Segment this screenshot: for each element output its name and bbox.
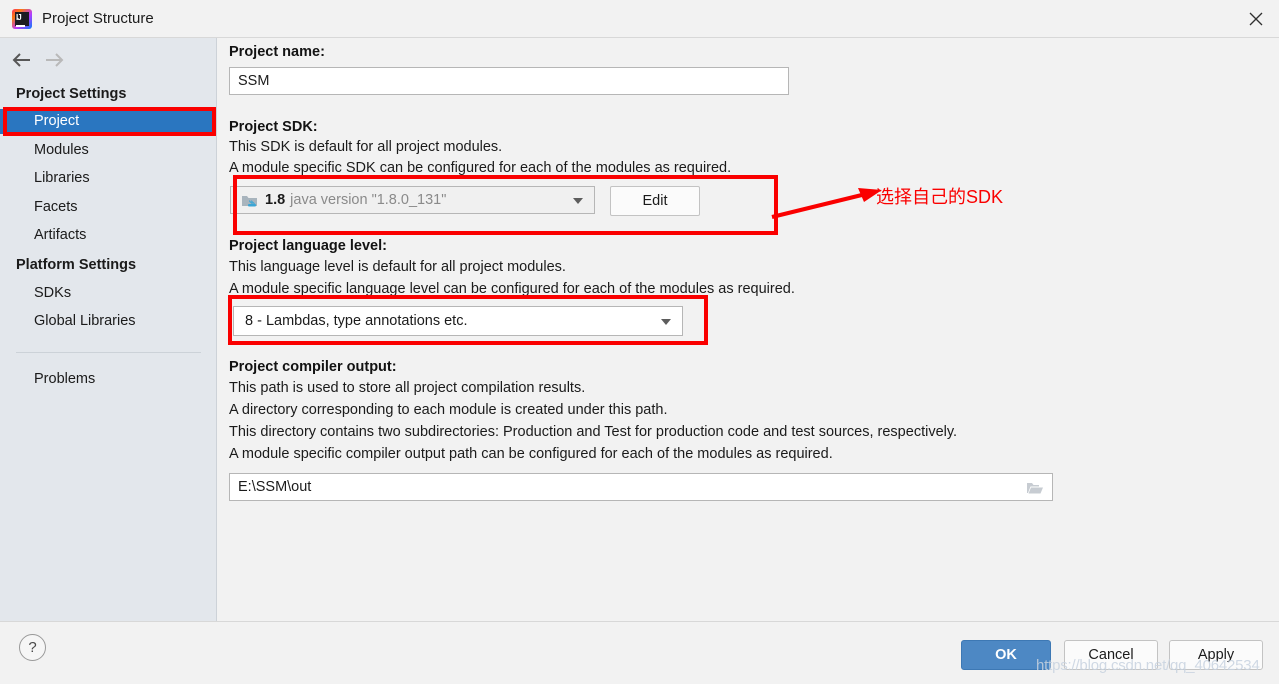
sdk-version-label: 1.8 (265, 192, 286, 208)
project-name-input[interactable]: SSM (229, 67, 789, 95)
language-level-desc-line-1: This language level is default for all p… (229, 259, 566, 275)
sidebar-item-global-libraries[interactable]: Global Libraries (0, 309, 216, 334)
cancel-button[interactable]: Cancel (1064, 640, 1158, 670)
chevron-down-icon (573, 198, 583, 204)
language-level-value: 8 - Lambdas, type annotations etc. (245, 313, 468, 329)
sidebar-item-modules[interactable]: Modules (0, 138, 216, 163)
compiler-output-desc-line-2: A directory corresponding to each module… (229, 402, 668, 418)
folder-icon[interactable] (1022, 477, 1048, 499)
project-name-label: Project name: (229, 44, 325, 60)
sidebar-item-libraries[interactable]: Libraries (0, 166, 216, 191)
sidebar-item-sdks[interactable]: SDKs (0, 281, 216, 306)
sidebar-section-platform-settings: Platform Settings (16, 257, 137, 273)
compiler-output-desc-line-3: This directory contains two subdirectori… (229, 424, 958, 440)
project-settings-panel: Project name: SSM Project SDK: This SDK … (218, 38, 1279, 621)
project-sdk-desc-line-1: This SDK is default for all project modu… (229, 139, 503, 155)
apply-button[interactable]: Apply (1169, 640, 1263, 670)
sidebar-item-problems[interactable]: Problems (0, 367, 216, 392)
intellij-idea-icon: IJ (12, 9, 32, 29)
project-sdk-desc-line-2: A module specific SDK can be configured … (229, 160, 732, 176)
sidebar-divider (16, 352, 201, 353)
navigation-arrows (10, 50, 90, 74)
project-language-level-dropdown[interactable]: 8 - Lambdas, type annotations etc. (233, 306, 683, 336)
language-level-desc-line-2: A module specific language level can be … (229, 281, 795, 297)
ok-button[interactable]: OK (961, 640, 1051, 670)
help-button[interactable]: ? (19, 634, 46, 661)
project-language-level-label: Project language level: (229, 238, 387, 254)
project-sdk-label: Project SDK: (229, 119, 318, 135)
settings-sidebar: Project Settings Project Modules Librari… (0, 38, 217, 621)
sidebar-section-project-settings: Project Settings (16, 86, 127, 102)
java-sdk-icon (241, 193, 258, 208)
project-sdk-dropdown[interactable]: 1.8 java version "1.8.0_131" (230, 186, 595, 214)
compiler-output-desc-line-1: This path is used to store all project c… (229, 380, 586, 396)
arrow-left-icon[interactable] (10, 50, 34, 75)
sidebar-item-artifacts[interactable]: Artifacts (0, 223, 216, 248)
edit-sdk-button[interactable]: Edit (610, 186, 700, 216)
sdk-description-label: java version "1.8.0_131" (290, 192, 447, 208)
chevron-down-icon (661, 319, 671, 325)
compiler-output-input[interactable]: E:\SSM\out (229, 473, 1053, 501)
window-title-bar: IJ Project Structure (0, 0, 1279, 38)
sidebar-item-facets[interactable]: Facets (0, 195, 216, 220)
project-compiler-output-label: Project compiler output: (229, 359, 397, 375)
sidebar-item-project[interactable]: Project (0, 109, 216, 134)
compiler-output-desc-line-4: A module specific compiler output path c… (229, 446, 833, 462)
compiler-output-value: E:\SSM\out (238, 479, 312, 495)
annotation-note-text: 选择自己的SDK (876, 187, 1004, 207)
page-title: Project Structure (42, 10, 154, 27)
close-icon[interactable] (1233, 0, 1279, 38)
arrow-right-icon[interactable] (42, 50, 66, 75)
